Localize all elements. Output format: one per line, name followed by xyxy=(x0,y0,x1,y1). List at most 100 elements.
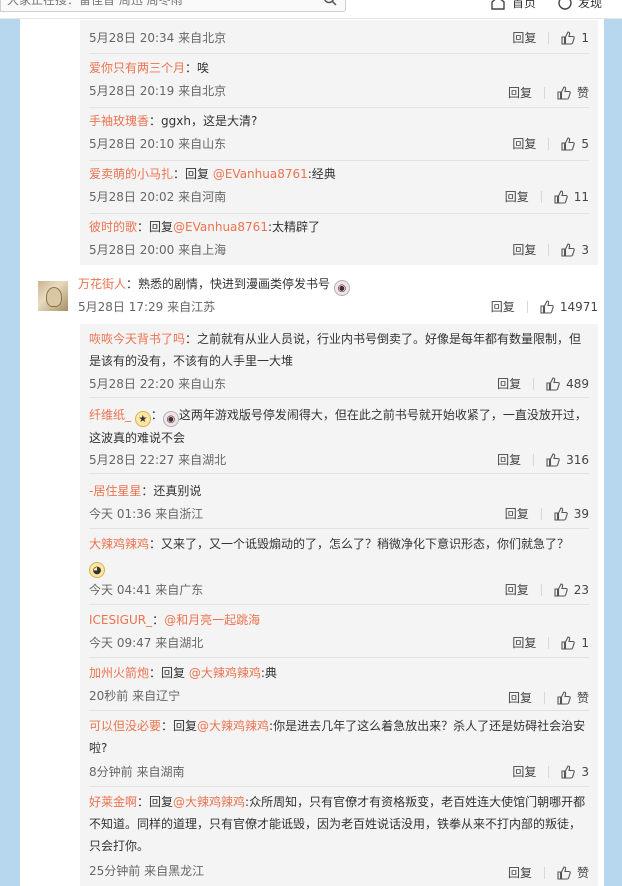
comment-body: ：熟悉的剧情，快进到漫画类停发书号 xyxy=(126,277,331,291)
like-button[interactable]: 赞 xyxy=(545,864,589,881)
reply-body: ：回复 xyxy=(173,167,213,181)
reply-time: 25分钟前 xyxy=(89,864,141,878)
reply-username[interactable]: 大辣鸡辣鸡 xyxy=(89,537,149,551)
like-count: 赞 xyxy=(576,866,589,880)
like-button[interactable]: 39 xyxy=(542,507,589,521)
reply-actions: 回复 3 xyxy=(512,765,589,779)
home-icon xyxy=(491,0,505,10)
mention-link[interactable]: @大辣鸡辣鸡 xyxy=(189,666,261,680)
like-button[interactable]: 赞 xyxy=(545,84,589,101)
reply-username[interactable]: 好莱金啊 xyxy=(89,795,137,809)
reply-button[interactable]: 回复 xyxy=(505,191,542,203)
like-count: 3 xyxy=(581,765,589,779)
reply-location: 来自山东 xyxy=(178,137,227,151)
reply-username[interactable]: -居住星星 xyxy=(89,484,141,498)
like-button[interactable]: 489 xyxy=(534,377,589,391)
reply-actions: 回复 1 xyxy=(512,31,589,45)
reply-button[interactable]: 回复 xyxy=(508,691,545,704)
like-button[interactable]: 14971 xyxy=(528,300,598,314)
reply-username[interactable]: 彼时的歌 xyxy=(89,220,137,234)
like-button[interactable]: 23 xyxy=(542,583,589,597)
mention-link[interactable]: @EVanhua8761 xyxy=(213,167,308,181)
divider xyxy=(89,528,589,529)
thumbs-up-icon xyxy=(561,636,576,650)
reply-body: ：回复 xyxy=(137,220,174,234)
thumbs-up-icon xyxy=(561,137,576,151)
like-button[interactable]: 赞 xyxy=(545,689,589,706)
reply-body: ：唉 xyxy=(185,61,210,75)
top-bar: 首页 发现 xyxy=(0,0,622,19)
reply-time: 5月28日 20:19 xyxy=(89,84,175,98)
reply-button[interactable]: 回复 xyxy=(491,301,528,313)
list-item: 爱你只有两三个月：唉 5月28日 20:19 来自北京 回复 赞 xyxy=(89,57,589,105)
reply-text: 爱你只有两三个月：唉 xyxy=(89,57,589,79)
divider xyxy=(89,657,589,658)
reply-username[interactable]: 可以但没必要 xyxy=(89,719,161,733)
reply-actions: 回复 3 xyxy=(512,243,589,257)
like-button[interactable]: 5 xyxy=(549,137,589,151)
search-icon[interactable] xyxy=(323,0,337,9)
thumbs-up-icon xyxy=(554,583,568,597)
reply-button[interactable]: 回复 xyxy=(505,508,542,520)
like-button[interactable]: 3 xyxy=(549,243,589,257)
reply-location: 来自上海 xyxy=(178,243,227,257)
reply-username[interactable]: ICESIGUR_ xyxy=(89,613,152,627)
reply-body-rest: :太精辟了 xyxy=(267,220,320,234)
nav-home[interactable]: 首页 xyxy=(490,0,536,11)
comment-location: 来自江苏 xyxy=(167,300,216,314)
reply-text: 爱卖萌的小马扎：回复 @EVanhua8761:经典 xyxy=(89,163,589,185)
reply-username[interactable]: 加州火箭炮 xyxy=(89,666,149,680)
like-button[interactable]: 11 xyxy=(542,190,589,204)
mention-link[interactable]: @大辣鸡辣鸡 xyxy=(197,719,269,733)
like-count: 1 xyxy=(581,636,589,650)
list-item: 纤维纸_ ★： ◉ 这两年游戏版号停发闹得大，但在此之前书号就开始收紧了，一直没放开… xyxy=(89,404,589,470)
like-button[interactable]: 1 xyxy=(549,636,589,650)
comment-meta: 5月28日 17:29 来自江苏 xyxy=(78,298,215,315)
mention-link[interactable]: @大辣鸡辣鸡 xyxy=(173,795,245,809)
like-button[interactable]: 1 xyxy=(549,31,589,45)
reply-button[interactable]: 回复 xyxy=(512,244,550,256)
reply-time: 5月28日 22:27 xyxy=(89,453,175,467)
reply-meta: 5月28日 20:10 来自山东 xyxy=(89,135,226,152)
thumbs-up-icon xyxy=(554,507,568,521)
nav-discover[interactable]: 发现 xyxy=(558,0,602,11)
reply-button[interactable]: 回复 xyxy=(512,138,550,150)
search-box[interactable] xyxy=(0,0,346,12)
comment-username[interactable]: 万花街人 xyxy=(78,277,126,291)
reply-username[interactable]: 爱卖萌的小马扎 xyxy=(89,167,173,181)
avatar[interactable] xyxy=(38,281,68,311)
reply-button[interactable]: 回复 xyxy=(497,378,535,390)
reply-button[interactable]: 回复 xyxy=(508,86,545,99)
reply-body: ：又来了，又一个诋毁煽动的了，怎么了？稍微净化下意识形态，你们就急了？ xyxy=(149,537,570,551)
search-input[interactable] xyxy=(1,0,301,11)
reply-meta: 5月28日 20:34 来自北京 xyxy=(89,29,226,46)
reply-button[interactable]: 回复 xyxy=(512,32,550,44)
reply-text: 彼时的歌：回复@EVanhua8761:太精辟了 xyxy=(89,216,589,238)
mention-link[interactable]: @和月亮一起跳海 xyxy=(164,613,260,627)
list-item: -居住星星：还真别说 今天 01:36 来自浙江 回复 39 xyxy=(89,480,589,528)
like-button[interactable]: 3 xyxy=(549,765,589,779)
thumbs-up-icon xyxy=(554,190,568,204)
divider xyxy=(89,397,589,398)
reply-button[interactable]: 回复 xyxy=(512,766,550,778)
reply-time: 今天 09:47 xyxy=(89,636,152,650)
reply-meta: 5月28日 20:02 来自河南 xyxy=(89,188,226,205)
mention-link[interactable]: @EVanhua8761 xyxy=(173,220,268,234)
like-count: 23 xyxy=(573,583,589,597)
like-count: 11 xyxy=(573,190,589,204)
reply-button[interactable]: 回复 xyxy=(512,637,550,649)
divider xyxy=(89,604,589,605)
like-button[interactable]: 316 xyxy=(534,453,589,467)
reply-button[interactable]: 回复 xyxy=(508,866,545,879)
reply-username[interactable]: 咴咴今天背书了吗 xyxy=(89,332,185,346)
reply-username[interactable]: 爱你只有两三个月 xyxy=(89,61,185,75)
reply-button[interactable]: 回复 xyxy=(505,584,542,596)
reply-meta: 8分钟前 来自湖南 xyxy=(89,763,184,780)
reply-username[interactable]: 纤维纸_ xyxy=(89,408,131,422)
reply-text: 咴咴今天背书了吗：之前就有从业人员说，行业内书号倒卖了。好像是每年都有数量限制，… xyxy=(89,328,589,372)
reply-button[interactable]: 回复 xyxy=(497,454,535,466)
reply-actions: 回复 489 xyxy=(497,377,589,391)
reply-username[interactable]: 手袖玫瑰香 xyxy=(89,114,149,128)
list-item: 彼时的歌：回复@EVanhua8761:太精辟了 5月28日 20:00 来自上… xyxy=(89,216,589,264)
reply-meta: 5月28日 20:19 来自北京 xyxy=(89,82,226,99)
